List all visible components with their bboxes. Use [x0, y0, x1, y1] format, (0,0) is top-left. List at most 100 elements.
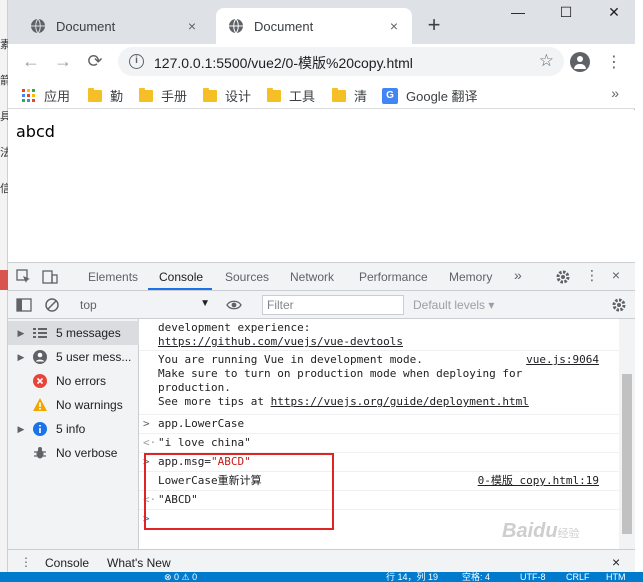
bookmark-folder[interactable]: 手册 [139, 86, 187, 105]
bookmark-label: 工具 [289, 89, 316, 104]
console-input-entry: > app.LowerCase [139, 415, 619, 434]
profile-avatar-icon[interactable] [570, 52, 590, 72]
console-source-link[interactable]: 0-模版 copy.html:19 [478, 474, 599, 488]
sidebar-item-info[interactable]: ▶ 5 info [8, 417, 139, 441]
user-icon [32, 349, 48, 365]
tab-document-1[interactable]: Document × [18, 8, 210, 44]
chevron-down-icon: ▼ [200, 298, 210, 309]
watermark-brand: Baidu [502, 520, 558, 542]
expand-arrow-icon[interactable]: ▶ [14, 424, 28, 435]
title-bar: Document × Document × + — ☐ ✕ [8, 0, 635, 44]
console-command: app.LowerCase [158, 417, 245, 430]
console-text-line: See more tips at https://vuejs.org/guide… [158, 395, 529, 409]
bookmarks-bar: 应用 勤 手册 设计 工具 清 G Google 翻译 » [8, 79, 635, 109]
reload-button[interactable]: ⟳ [84, 50, 106, 72]
minimize-button[interactable]: — [506, 4, 530, 20]
browser-menu-icon[interactable]: ⋮ [606, 52, 622, 72]
sidebar-item-label: 5 info [56, 422, 86, 436]
eye-icon[interactable] [226, 297, 242, 313]
bug-icon [32, 445, 48, 461]
devtools-menu-icon[interactable]: ⋮ [584, 267, 600, 283]
close-devtools-icon[interactable]: × [608, 267, 624, 283]
close-drawer-icon[interactable]: × [612, 554, 620, 570]
output-prompt-icon: <· [143, 436, 157, 449]
bookmark-google-translate[interactable]: G Google 翻译 [382, 86, 478, 105]
browser-toolbar: ← → ⟳ i 127.0.0.1:5500/vue2/0-模版%20copy.… [8, 44, 635, 79]
console-command-line: app.msg="ABCD" [158, 455, 251, 469]
bookmark-folder[interactable]: 工具 [267, 86, 315, 105]
scrollbar-thumb[interactable] [622, 374, 632, 534]
bookmark-folder[interactable]: 勤 [88, 86, 123, 105]
console-input-entry: > app.msg="ABCD" [139, 453, 619, 472]
bookmark-folder[interactable]: 清 [332, 86, 367, 105]
expand-arrow-icon[interactable]: ▶ [14, 328, 28, 339]
sidebar-item-label: 5 user mess... [56, 350, 132, 364]
info-icon [32, 421, 48, 437]
console-settings-gear-icon[interactable] [611, 297, 627, 313]
console-link[interactable]: https://vuejs.org/guide/deployment.html [271, 395, 529, 408]
tab-performance[interactable]: Performance [359, 270, 428, 284]
folder-icon [267, 87, 281, 102]
tab-sources[interactable]: Sources [225, 270, 269, 284]
close-tab-icon[interactable]: × [386, 18, 402, 34]
bookmark-label: Google 翻译 [406, 89, 478, 104]
tab-document-2[interactable]: Document × [216, 8, 412, 44]
settings-gear-icon[interactable] [555, 269, 571, 285]
sidebar-item-warnings[interactable]: No warnings [8, 393, 139, 417]
folder-icon [139, 87, 153, 102]
address-bar[interactable]: i 127.0.0.1:5500/vue2/0-模版%20copy.html ☆ [118, 47, 564, 76]
console-string: "ABCD" [210, 455, 251, 468]
sidebar-item-verbose[interactable]: No verbose [8, 441, 139, 465]
forward-button[interactable]: → [52, 50, 74, 72]
device-toolbar-icon[interactable] [42, 269, 58, 285]
url-text[interactable]: 127.0.0.1:5500/vue2/0-模版%20copy.html [154, 53, 413, 73]
tab-network[interactable]: Network [290, 270, 334, 284]
site-info-icon[interactable]: i [129, 54, 144, 69]
page-content-text: abcd [16, 122, 55, 141]
drawer-tab-whats-new[interactable]: What's New [107, 556, 171, 570]
console-link[interactable]: https://github.com/vuejs/vue-devtools [158, 335, 403, 349]
tab-memory[interactable]: Memory [449, 270, 492, 284]
bookmark-apps[interactable]: 应用 [22, 86, 70, 105]
bookmarks-overflow-icon[interactable]: » [611, 85, 619, 101]
toggle-sidebar-icon[interactable] [16, 297, 32, 313]
filter-input[interactable]: Filter [262, 295, 404, 315]
sidebar-item-label: No verbose [56, 446, 118, 460]
console-log: LowerCase重新计算 0-模版 copy.html:19 [139, 472, 619, 491]
sidebar-item-user-messages[interactable]: ▶ 5 user mess... [8, 345, 139, 369]
output-prompt-icon: <· [143, 493, 157, 506]
back-button[interactable]: ← [20, 50, 42, 72]
maximize-button[interactable]: ☐ [554, 4, 578, 21]
input-prompt-icon: > [143, 417, 150, 430]
drawer-menu-icon[interactable]: ⋮ [20, 555, 32, 569]
console-output[interactable]: development experience: https://github.c… [139, 319, 619, 549]
console-source-link[interactable]: vue.js:9064 [526, 353, 599, 367]
context-selector[interactable]: top ▼ [80, 295, 214, 315]
drawer-tab-console[interactable]: Console [45, 556, 89, 570]
clear-console-icon[interactable] [44, 297, 60, 313]
close-window-button[interactable]: ✕ [602, 4, 626, 21]
console-scrollbar[interactable] [619, 319, 635, 549]
console-message: development experience: https://github.c… [139, 319, 619, 351]
console-result-value: "ABCD" [158, 493, 198, 506]
context-value: top [80, 298, 97, 312]
inspect-element-icon[interactable] [16, 269, 32, 285]
bookmark-folder[interactable]: 设计 [203, 86, 251, 105]
watermark-sub: 经验 [557, 528, 580, 540]
globe-icon [229, 18, 243, 34]
log-levels-dropdown[interactable]: Default levels ▾ [413, 298, 494, 312]
expand-arrow-icon[interactable]: ▶ [14, 352, 28, 363]
tab-elements[interactable]: Elements [88, 270, 138, 284]
new-tab-button[interactable]: + [422, 12, 446, 38]
tab-console[interactable]: Console [159, 270, 203, 284]
console-message: You are running Vue in development mode.… [139, 351, 619, 415]
status-eol: CRLF [566, 572, 590, 582]
console-caret-icon: > [143, 512, 150, 525]
browser-window: Document × Document × + — ☐ ✕ ← → ⟳ i 12… [8, 0, 635, 582]
bookmark-star-icon[interactable]: ☆ [539, 51, 554, 71]
sidebar-item-errors[interactable]: No errors [8, 369, 139, 393]
sidebar-item-messages[interactable]: ▶ 5 messages [8, 321, 139, 345]
more-tabs-icon[interactable]: » [514, 267, 522, 283]
console-result: <· "i love china" [139, 434, 619, 453]
close-tab-icon[interactable]: × [184, 18, 200, 34]
